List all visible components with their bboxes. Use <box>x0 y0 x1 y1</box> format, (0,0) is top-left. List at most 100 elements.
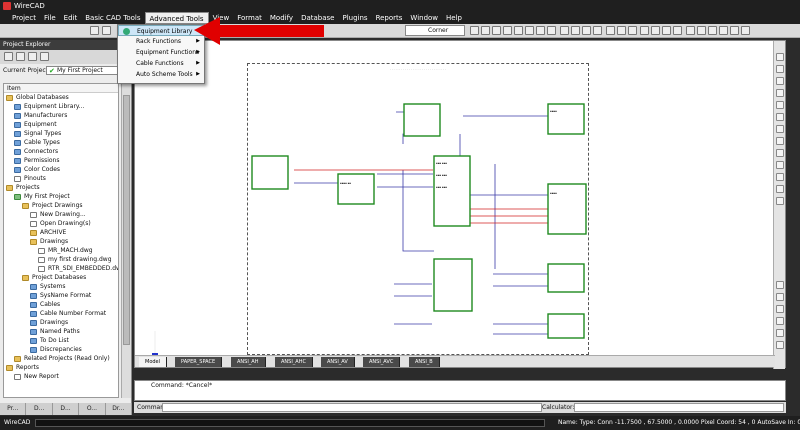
zoom-previous-icon[interactable] <box>514 26 523 35</box>
tab-ansi-b[interactable]: ANSI_B <box>409 357 440 367</box>
tree-node[interactable]: Signal Types <box>4 129 118 138</box>
tab-dr[interactable]: Dr... <box>106 403 133 415</box>
page-setup-icon[interactable] <box>560 26 569 35</box>
publish-icon[interactable] <box>593 26 602 35</box>
project-tree[interactable]: Item Global Databases Equipment Library..… <box>3 83 119 398</box>
tree-node[interactable]: Related Projects (Read Only) <box>4 354 118 363</box>
tree-node[interactable]: Manufacturers <box>4 111 118 120</box>
tab-d2[interactable]: D... <box>53 403 80 415</box>
tab-ansi-avc[interactable]: ANSI_AVC <box>363 357 401 367</box>
refresh-icon[interactable] <box>4 52 13 61</box>
tree-node[interactable]: New Drawing... <box>4 210 118 219</box>
tree-node[interactable]: New Report <box>4 372 118 381</box>
snap-mode-select[interactable]: Corner <box>405 25 465 36</box>
tab-model[interactable]: Model <box>139 357 168 367</box>
zoom-window-side-icon[interactable] <box>776 317 784 325</box>
menu-window[interactable]: Window <box>406 12 442 24</box>
menu-help[interactable]: Help <box>442 12 466 24</box>
tree-node[interactable]: Open Drawing(s) <box>4 219 118 228</box>
cut-icon[interactable] <box>606 26 615 35</box>
equipment-box[interactable] <box>337 173 375 205</box>
menu-project[interactable]: Project <box>8 12 40 24</box>
circle-icon[interactable] <box>776 89 784 97</box>
command-input[interactable] <box>162 403 542 412</box>
zoom-previous-side-icon[interactable] <box>776 341 784 349</box>
tab-paper-space[interactable]: PAPER_SPACE <box>175 357 223 367</box>
record-icon[interactable] <box>102 26 111 35</box>
tree-node[interactable]: my first drawing.dwg <box>4 255 118 264</box>
tree-node[interactable]: Named Paths <box>4 327 118 336</box>
tree-node[interactable]: Projects <box>4 183 118 192</box>
tree-scrollbar[interactable] <box>121 83 131 398</box>
text-icon[interactable] <box>776 161 784 169</box>
settings-icon[interactable] <box>776 197 784 205</box>
open-icon[interactable] <box>651 26 660 35</box>
tab-ansi-ah[interactable]: ANSI_AH <box>231 357 266 367</box>
regen-icon[interactable] <box>547 26 556 35</box>
equipment-box[interactable] <box>547 263 585 293</box>
zoom-extents-icon[interactable] <box>503 26 512 35</box>
tree-node[interactable]: My First Project <box>4 192 118 201</box>
pan-icon[interactable] <box>525 26 534 35</box>
save-all-icon[interactable] <box>673 26 682 35</box>
zoom-in-side-icon[interactable] <box>776 281 784 289</box>
properties-icon[interactable] <box>708 26 717 35</box>
menu-edit[interactable]: Edit <box>60 12 82 24</box>
tree-node[interactable]: ARCHIVE <box>4 228 118 237</box>
match-properties-icon[interactable] <box>719 26 728 35</box>
tree-scrollbar-thumb[interactable] <box>123 95 130 345</box>
copy-icon[interactable] <box>617 26 626 35</box>
block-icon[interactable] <box>776 185 784 193</box>
dimension-icon[interactable] <box>776 173 784 181</box>
menu-item-equipment-library[interactable]: Equipment Library <box>118 25 204 36</box>
sync-icon[interactable] <box>40 52 49 61</box>
ellipse-icon[interactable] <box>776 125 784 133</box>
tab-ansi-av[interactable]: ANSI_AV <box>321 357 355 367</box>
undo-icon[interactable] <box>686 26 695 35</box>
menu-item-auto-scheme-tools[interactable]: Auto Scheme Tools ▶ <box>118 69 204 80</box>
menu-file[interactable]: File <box>40 12 60 24</box>
zoom-out-side-icon[interactable] <box>776 293 784 301</box>
redo-icon[interactable] <box>697 26 706 35</box>
tree-node[interactable]: MR_MACH.dwg <box>4 246 118 255</box>
zoom-extents-side-icon[interactable] <box>776 329 784 337</box>
tree-node[interactable]: Color Codes <box>4 165 118 174</box>
menu-item-rack-functions[interactable]: Rack Functions ▶ <box>118 36 204 47</box>
tree-node[interactable]: SysName Format <box>4 291 118 300</box>
menu-plugins[interactable]: Plugins <box>338 12 371 24</box>
tree-node[interactable]: Permissions <box>4 156 118 165</box>
zoom-out-icon[interactable] <box>481 26 490 35</box>
spline-icon[interactable] <box>776 137 784 145</box>
help-icon[interactable] <box>741 26 750 35</box>
menu-reports[interactable]: Reports <box>372 12 407 24</box>
tree-node[interactable]: Drawings <box>4 237 118 246</box>
equipment-box[interactable] <box>433 155 471 227</box>
calculator-input[interactable] <box>574 403 784 412</box>
polyline-icon[interactable] <box>776 65 784 73</box>
tree-node[interactable]: Project Databases <box>4 273 118 282</box>
stop-icon[interactable] <box>90 26 99 35</box>
menu-basic-cad-tools[interactable]: Basic CAD Tools <box>81 12 144 24</box>
tree-node[interactable]: Equipment Library... <box>4 102 118 111</box>
hatch-icon[interactable] <box>776 149 784 157</box>
tree-node[interactable]: Equipment <box>4 120 118 129</box>
tree-node[interactable]: Cables <box>4 300 118 309</box>
equipment-box[interactable] <box>403 103 441 137</box>
tree-node[interactable]: Discrepancies <box>4 345 118 354</box>
equipment-box[interactable] <box>251 155 289 190</box>
new-icon[interactable] <box>640 26 649 35</box>
redraw-icon[interactable] <box>536 26 545 35</box>
tree-node[interactable]: Cable Number Format <box>4 309 118 318</box>
tab-ansi-ahc[interactable]: ANSI_AHC <box>275 357 313 367</box>
save-icon[interactable] <box>662 26 671 35</box>
tree-node[interactable]: Connectors <box>4 147 118 156</box>
equipment-box[interactable] <box>547 313 585 339</box>
tree-node[interactable]: RTR_SDI_EMBEDDED.dw <box>4 264 118 273</box>
tab-o[interactable]: O... <box>79 403 106 415</box>
tab-d1[interactable]: D... <box>26 403 53 415</box>
new-item-icon[interactable] <box>16 52 25 61</box>
tree-node[interactable]: Reports <box>4 363 118 372</box>
menu-item-cable-functions[interactable]: Cable Functions ▶ <box>118 58 204 69</box>
zoom-in-icon[interactable] <box>470 26 479 35</box>
layers-icon[interactable] <box>730 26 739 35</box>
